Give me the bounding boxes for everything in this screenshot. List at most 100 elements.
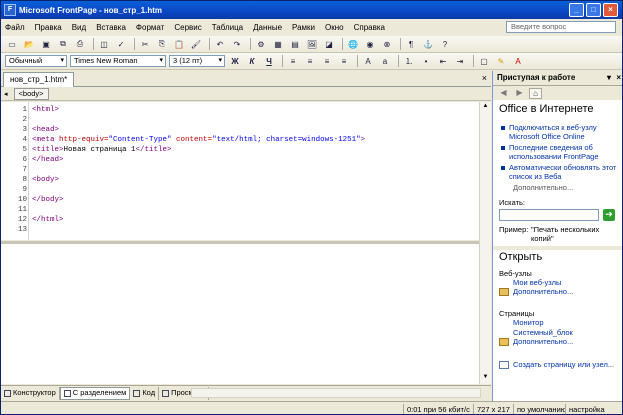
- maximize-button[interactable]: □: [586, 3, 601, 17]
- web-component-icon[interactable]: ⚙: [254, 38, 268, 51]
- page-link[interactable]: Монитор: [513, 318, 544, 327]
- drawing-icon[interactable]: ◪: [322, 38, 336, 51]
- align-right-icon[interactable]: ≡: [320, 55, 334, 68]
- menu-file[interactable]: Файл: [5, 23, 25, 32]
- format-painter-icon[interactable]: 🖌: [189, 38, 203, 51]
- help-icon[interactable]: ?: [438, 38, 452, 51]
- tag-chip-body[interactable]: <body>: [13, 87, 49, 100]
- font-size-select[interactable]: 3 (12 пт): [169, 55, 225, 67]
- forward-icon[interactable]: ▶: [513, 88, 526, 99]
- save-icon[interactable]: ▣: [39, 38, 53, 51]
- font-shrink-icon[interactable]: a: [378, 55, 392, 68]
- decrease-indent-icon[interactable]: ⇤: [436, 55, 450, 68]
- insert-table-icon[interactable]: ▦: [271, 38, 285, 51]
- open-icon[interactable]: 📂: [22, 38, 36, 51]
- more-websites-link[interactable]: Дополнительно...: [513, 287, 573, 296]
- layer-icon[interactable]: ▤: [288, 38, 302, 51]
- numbering-icon[interactable]: ⒈: [402, 55, 416, 68]
- menu-edit[interactable]: Правка: [35, 23, 62, 32]
- more-link[interactable]: Дополнительно...: [513, 183, 573, 192]
- search-input[interactable]: [499, 209, 599, 221]
- menu-help[interactable]: Справка: [354, 23, 385, 32]
- font-select[interactable]: Times New Roman: [70, 55, 166, 67]
- my-websites-link[interactable]: Мои веб-узлы: [513, 278, 561, 287]
- page-link[interactable]: Системный_блок: [513, 328, 573, 337]
- bold-icon[interactable]: Ж: [228, 55, 242, 68]
- increase-indent-icon[interactable]: ⇥: [453, 55, 467, 68]
- code-editor[interactable]: 1 2 3 4 5 6 7 8 9 10 11 12 13 <html> <he…: [1, 102, 491, 240]
- design-preview-pane[interactable]: [1, 241, 491, 384]
- refresh-icon[interactable]: ◉: [363, 38, 377, 51]
- menu-table[interactable]: Таблица: [212, 23, 243, 32]
- minimize-button[interactable]: _: [569, 3, 584, 17]
- status-default[interactable]: по умолчанию: [513, 404, 569, 414]
- preview-icon[interactable]: ◫: [97, 38, 111, 51]
- vertical-scrollbar[interactable]: ▲ ▼: [479, 102, 491, 384]
- title-bar: F Microsoft FrontPage - нов_стр_1.htm _ …: [1, 1, 622, 19]
- tab-split[interactable]: С разделением: [59, 386, 131, 400]
- scroll-down-icon[interactable]: ▼: [481, 374, 490, 383]
- line-number: 6: [22, 156, 27, 164]
- undo-icon[interactable]: ↶: [213, 38, 227, 51]
- show-all-icon[interactable]: ¶: [404, 38, 418, 51]
- back-icon[interactable]: ◀: [497, 88, 510, 99]
- menu-view[interactable]: Вид: [72, 23, 86, 32]
- tag-scroll-left-icon[interactable]: ◂: [4, 90, 8, 98]
- code-token: >: [360, 136, 366, 144]
- link-auto-update[interactable]: Автоматически обновлять этот список из В…: [501, 163, 621, 181]
- close-button[interactable]: ×: [603, 3, 618, 17]
- copy-icon[interactable]: ⎘: [155, 38, 169, 51]
- hyperlink-icon[interactable]: 🌐: [346, 38, 360, 51]
- menu-frames[interactable]: Рамки: [292, 23, 315, 32]
- publish-icon[interactable]: ⧉: [56, 38, 70, 51]
- code-token: <title>: [32, 146, 64, 154]
- more-pages-link[interactable]: Дополнительно...: [513, 337, 573, 346]
- picture-icon[interactable]: 🖼: [305, 38, 319, 51]
- style-select[interactable]: Обычный: [5, 55, 67, 67]
- align-center-icon[interactable]: ≡: [303, 55, 317, 68]
- quick-tag-selector: ◂ <body>: [1, 87, 491, 101]
- search-go-button[interactable]: ➔: [603, 209, 615, 221]
- tab-design[interactable]: Конструктор: [1, 386, 60, 400]
- bullets-icon[interactable]: •: [419, 55, 433, 68]
- question-box[interactable]: Введите вопрос: [506, 21, 616, 33]
- link-frontpage-news[interactable]: Последние сведения об использовании Fron…: [501, 143, 621, 161]
- borders-icon[interactable]: ▢: [477, 55, 491, 68]
- redo-icon[interactable]: ↷: [230, 38, 244, 51]
- status-custom[interactable]: настройка: [565, 404, 608, 414]
- menu-data[interactable]: Данные: [253, 23, 282, 32]
- menu-window[interactable]: Окно: [325, 23, 344, 32]
- paste-icon[interactable]: 📋: [172, 38, 186, 51]
- print-icon[interactable]: ⎙: [73, 38, 87, 51]
- anchor-icon[interactable]: ⚓: [421, 38, 435, 51]
- link-office-online[interactable]: Подключиться к веб-узлу Microsoft Office…: [501, 123, 621, 141]
- code-line: <head>: [32, 126, 59, 134]
- websites-label: Веб-узлы: [499, 269, 532, 278]
- stop-icon[interactable]: ⊗: [380, 38, 394, 51]
- task-pane-close-icon[interactable]: ×: [616, 71, 621, 85]
- menu-format[interactable]: Формат: [136, 23, 164, 32]
- justify-icon[interactable]: ≡: [337, 55, 351, 68]
- tab-label: Код: [142, 388, 156, 397]
- home-icon[interactable]: ⌂: [529, 87, 542, 99]
- new-page-icon[interactable]: ▭: [5, 38, 19, 51]
- spelling-icon[interactable]: ✓: [114, 38, 128, 51]
- font-color-icon[interactable]: A: [511, 55, 525, 68]
- cut-icon[interactable]: ✂: [138, 38, 152, 51]
- font-grow-icon[interactable]: A: [361, 55, 375, 68]
- horizontal-scrollbar[interactable]: [191, 388, 481, 398]
- underline-icon[interactable]: Ч: [262, 55, 276, 68]
- italic-icon[interactable]: К: [245, 55, 259, 68]
- code-token: <html>: [32, 106, 60, 114]
- task-pane-menu-icon[interactable]: ▾: [607, 71, 611, 85]
- highlight-icon[interactable]: ✎: [494, 55, 508, 68]
- close-document-icon[interactable]: ×: [482, 73, 487, 84]
- scroll-up-icon[interactable]: ▲: [481, 103, 490, 112]
- menu-insert[interactable]: Вставка: [96, 23, 126, 32]
- tab-document[interactable]: нов_стр_1.htm*: [3, 72, 75, 87]
- align-left-icon[interactable]: ≡: [286, 55, 300, 68]
- frontpage-icon: F: [4, 4, 16, 16]
- menu-tools[interactable]: Сервис: [174, 23, 201, 32]
- create-page-link[interactable]: Создать страницу или узел...: [513, 360, 614, 369]
- tab-code[interactable]: Код: [130, 386, 160, 400]
